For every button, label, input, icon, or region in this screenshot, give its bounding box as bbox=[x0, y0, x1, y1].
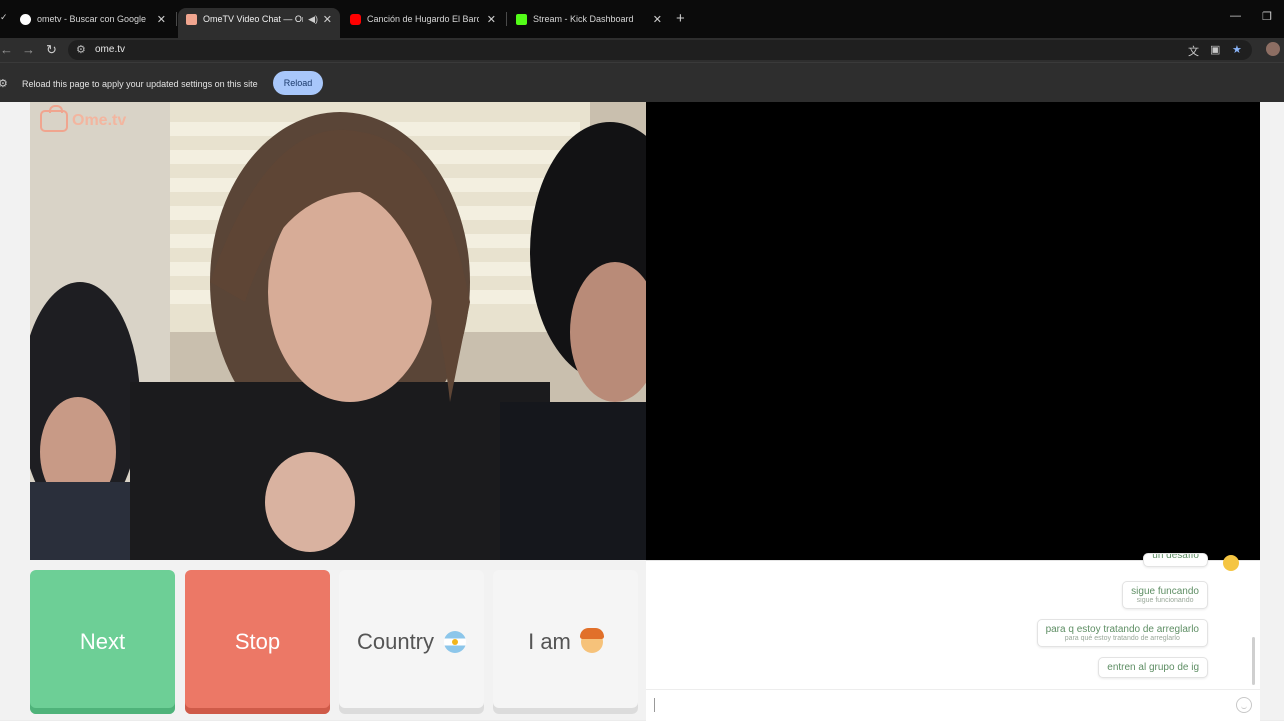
remote-video bbox=[646, 102, 1260, 560]
tab-divider bbox=[506, 12, 507, 26]
message-text: un desafío bbox=[1152, 553, 1199, 561]
smile-icon[interactable] bbox=[1236, 697, 1252, 713]
tab-divider bbox=[176, 12, 177, 26]
address-bar[interactable]: ⚙ ome.tv 文 ▣ ★ bbox=[68, 40, 1252, 60]
close-icon[interactable]: ✕ bbox=[487, 13, 496, 26]
cast-icon[interactable]: ▣ bbox=[1210, 43, 1220, 56]
ometv-icon bbox=[186, 13, 197, 25]
close-icon[interactable]: ✕ bbox=[653, 13, 662, 26]
reload-button[interactable]: Reload bbox=[273, 71, 323, 95]
next-label: Next bbox=[79, 629, 126, 654]
tab-title: Canción de Hugardo El Bardo bbox=[367, 14, 479, 24]
browser-toolbar: ← → ↻ ⚙ ome.tv 文 ▣ ★ bbox=[0, 38, 1284, 62]
tab-youtube[interactable]: Canción de Hugardo El Bardo ✕ bbox=[342, 8, 504, 30]
argentina-flag-icon bbox=[444, 631, 467, 653]
stop-button[interactable]: Stop bbox=[185, 570, 330, 714]
tab-strip: ✓ ometv - Buscar con Google ✕ OmeTV Vide… bbox=[0, 0, 1284, 38]
close-icon[interactable]: ✕ bbox=[323, 13, 332, 26]
tab-search-icon[interactable]: ✓ bbox=[0, 12, 8, 23]
local-video: Ome.tv bbox=[30, 102, 646, 560]
message-text: sigue funcando bbox=[1131, 586, 1199, 597]
bookmark-star-icon[interactable]: ★ bbox=[1232, 43, 1242, 56]
google-icon bbox=[20, 13, 31, 25]
chat-panel: un desafío sigue funcando sigue funciona… bbox=[646, 553, 1260, 721]
emoji-icon bbox=[1223, 555, 1239, 571]
back-icon[interactable]: ← bbox=[0, 42, 13, 57]
country-label: Country bbox=[356, 629, 435, 654]
translate-icon[interactable]: 文 bbox=[1188, 43, 1199, 59]
tab-title: Stream - Kick Dashboard bbox=[533, 14, 634, 24]
country-button[interactable]: Country bbox=[339, 570, 484, 714]
restore-icon[interactable]: ❐ bbox=[1262, 10, 1272, 23]
ometv-logo[interactable]: Ome.tv bbox=[40, 105, 127, 132]
forward-icon[interactable]: → bbox=[22, 42, 35, 57]
logo-text: Ome.tv bbox=[72, 112, 127, 129]
message-translation: para qué estoy tratando de arreglarlo bbox=[1064, 635, 1180, 642]
chat-message: para q estoy tratando de arreglarlo para… bbox=[1036, 619, 1208, 647]
chat-input[interactable] bbox=[646, 689, 1260, 721]
chat-message: un desafío bbox=[1143, 553, 1208, 567]
webcam-image bbox=[30, 102, 646, 560]
boy-emoji-icon bbox=[579, 628, 604, 653]
text-caret bbox=[654, 698, 655, 712]
tab-title: ometv - Buscar con Google bbox=[37, 14, 147, 24]
close-icon[interactable]: ✕ bbox=[157, 13, 166, 26]
stop-label: Stop bbox=[234, 629, 281, 654]
tab-ometv[interactable]: OmeTV Video Chat — Ome ◀) ✕ bbox=[178, 8, 340, 38]
minimize-icon[interactable]: — bbox=[1230, 10, 1241, 22]
speaker-icon[interactable]: ◀) bbox=[308, 14, 318, 25]
iam-label: I am bbox=[528, 629, 571, 654]
reload-icon[interactable]: ↻ bbox=[46, 42, 57, 58]
youtube-icon bbox=[350, 13, 361, 25]
kick-icon bbox=[516, 13, 527, 25]
reload-infobar: ⚙ Reload this page to apply your updated… bbox=[0, 62, 1284, 102]
tab-kick[interactable]: Stream - Kick Dashboard ✕ bbox=[508, 8, 670, 30]
message-text: para q estoy tratando de arreglarlo bbox=[1045, 624, 1199, 635]
next-button[interactable]: Next bbox=[30, 570, 175, 714]
site-settings-icon[interactable]: ⚙ bbox=[76, 43, 86, 56]
tab-title: OmeTV Video Chat — Ome bbox=[203, 14, 303, 24]
message-translation: sigue funcionando bbox=[1136, 597, 1194, 604]
chat-scrollbar[interactable] bbox=[1252, 637, 1255, 685]
message-text: entren al grupo de ig bbox=[1107, 662, 1199, 673]
tab-google-search[interactable]: ometv - Buscar con Google ✕ bbox=[12, 8, 174, 30]
profile-avatar[interactable] bbox=[1266, 42, 1280, 56]
ometv-page: Ome.tv Next Stop Country I am un desafío… bbox=[0, 102, 1284, 721]
chat-message: entren al grupo de ig bbox=[1098, 657, 1208, 678]
settings-gear-icon: ⚙ bbox=[0, 78, 8, 90]
infobar-message: Reload this page to apply your updated s… bbox=[22, 79, 258, 89]
url-text[interactable]: ome.tv bbox=[95, 44, 125, 55]
chat-message: sigue funcando sigue funcionando bbox=[1122, 581, 1208, 609]
new-tab-button[interactable]: + bbox=[676, 10, 685, 27]
tv-icon bbox=[40, 105, 68, 132]
gender-button[interactable]: I am bbox=[493, 570, 638, 714]
